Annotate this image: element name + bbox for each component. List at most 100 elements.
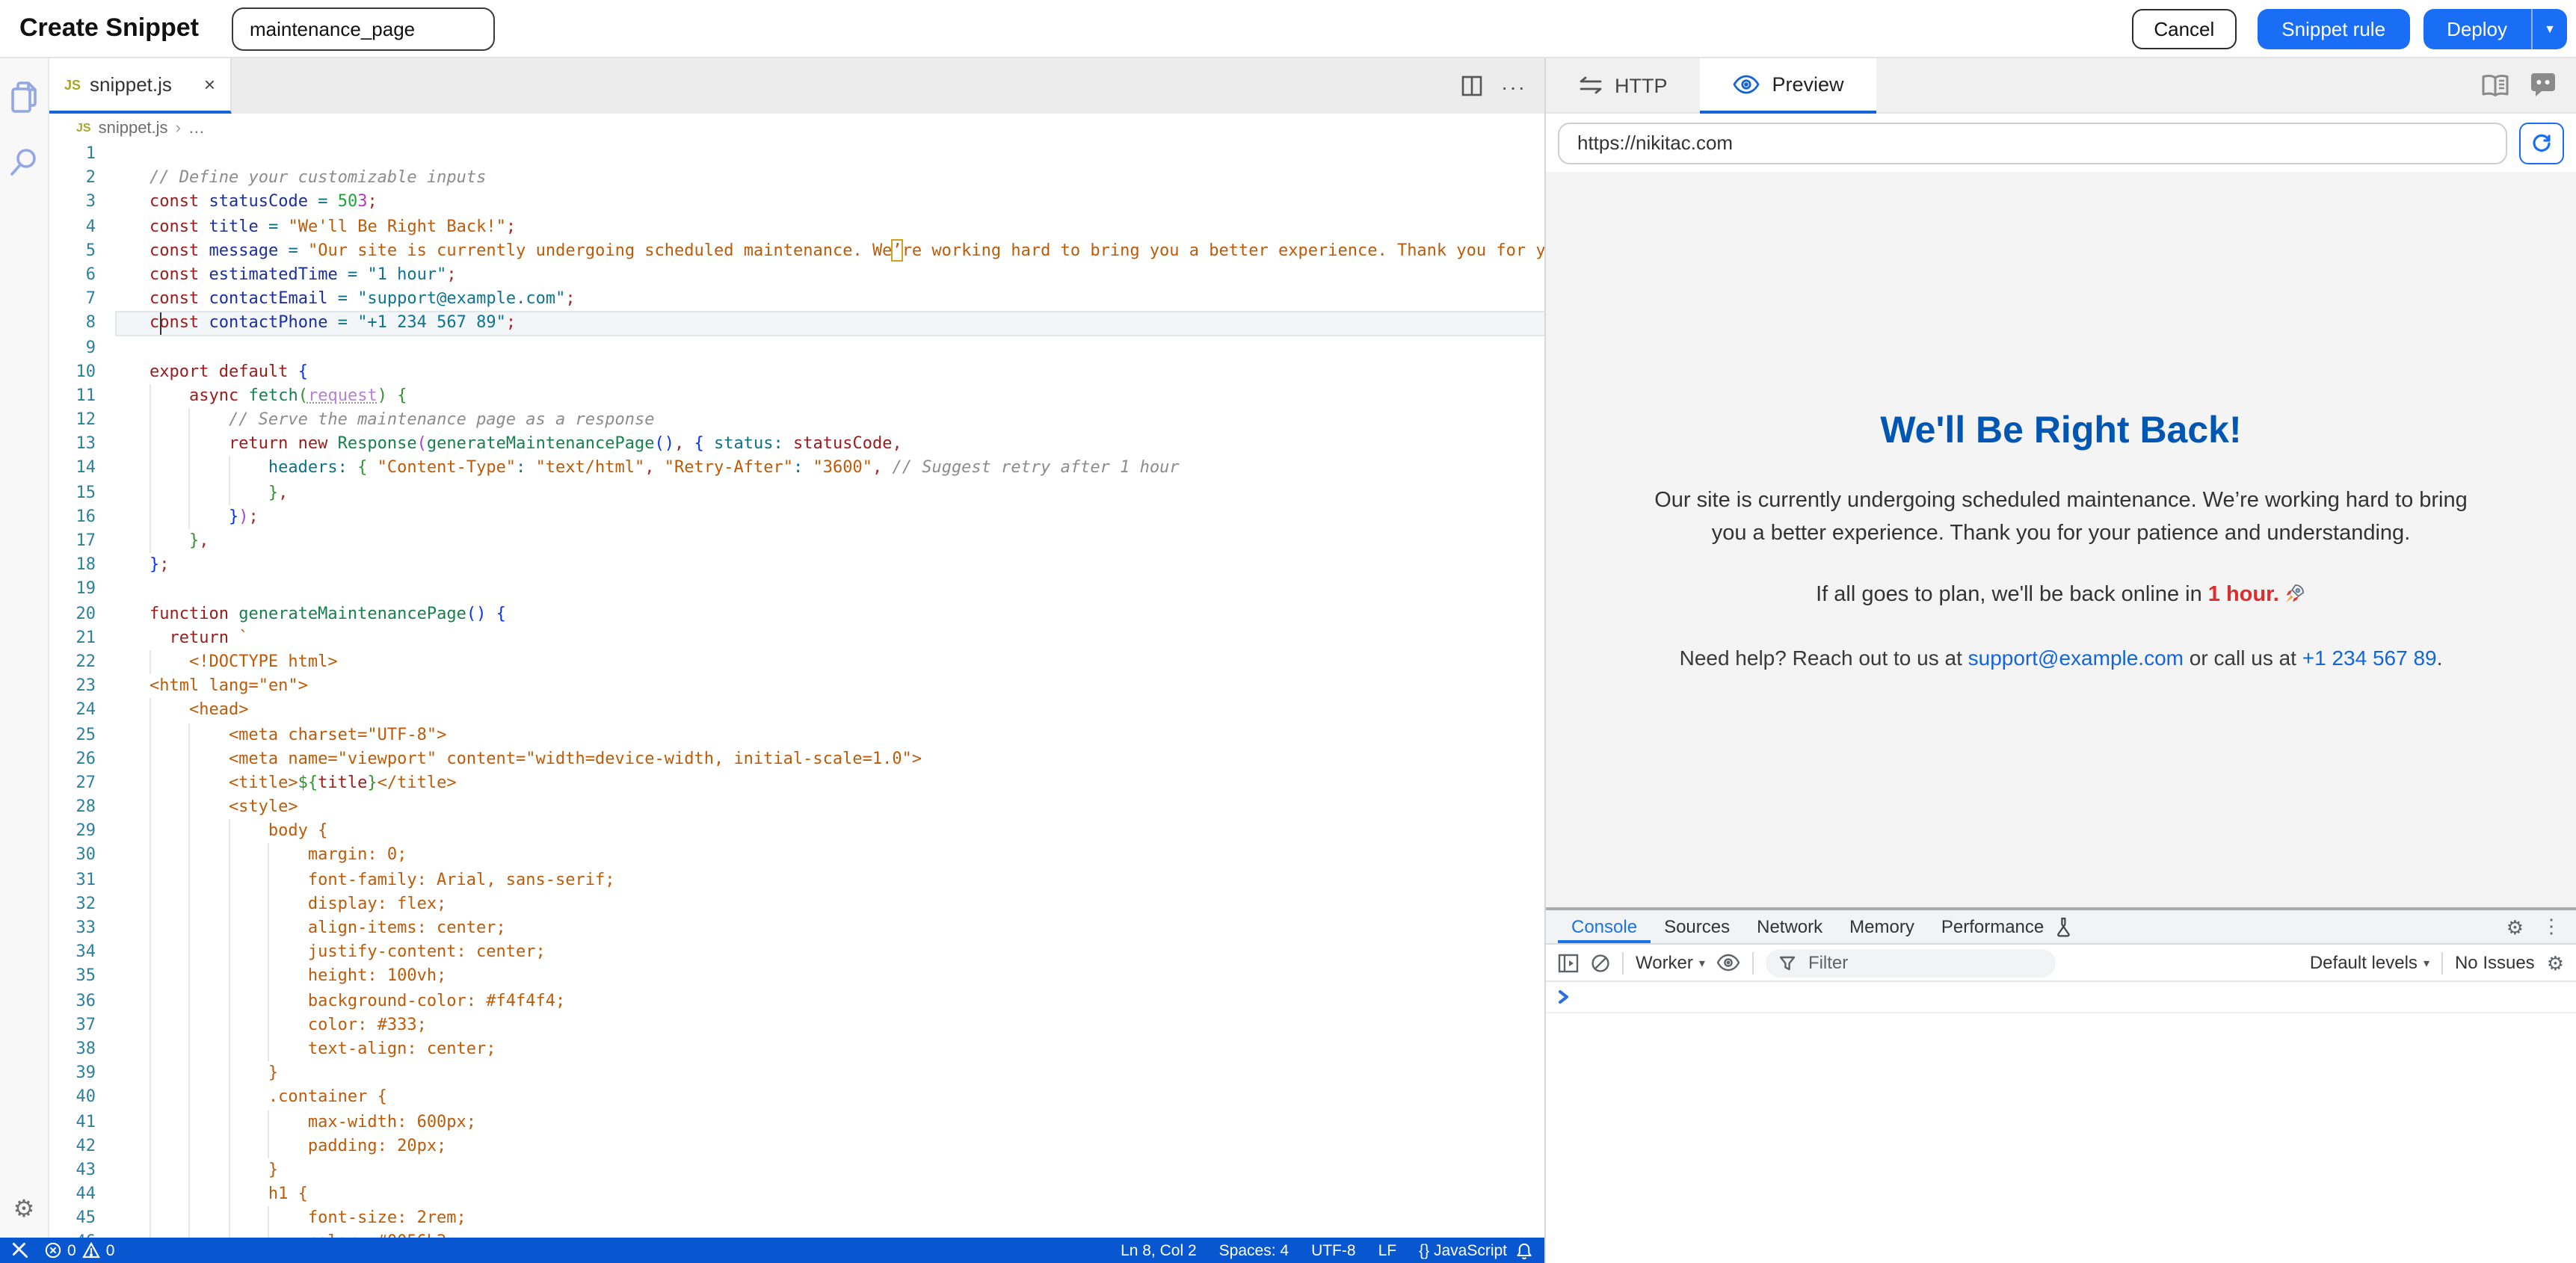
more-actions-icon[interactable]: ··· — [1501, 74, 1526, 98]
settings-gear-icon[interactable]: ⚙ — [13, 1199, 35, 1223]
code-line[interactable]: 17}, — [49, 529, 1544, 553]
code-line[interactable]: 3const statusCode = 503; — [49, 191, 1544, 214]
reload-button[interactable] — [2519, 122, 2564, 164]
code-line[interactable]: 31font-family: Arial, sans-serif; — [49, 868, 1544, 892]
code-line[interactable]: 35height: 100vh; — [49, 965, 1544, 989]
phone-link[interactable]: +1 234 567 89 — [2302, 646, 2437, 670]
code-editor[interactable]: 12// Define your customizable inputs3con… — [49, 142, 1544, 1238]
code-line[interactable]: 34justify-content: center; — [49, 940, 1544, 964]
code-line[interactable]: 9 — [49, 336, 1544, 359]
devtools-tab-performance[interactable]: Performance — [1928, 910, 2057, 943]
code-line[interactable]: 44h1 { — [49, 1182, 1544, 1206]
code-line[interactable]: 18}; — [49, 553, 1544, 577]
filter-input[interactable] — [1805, 951, 2043, 975]
code-line[interactable]: 4const title = "We'll Be Right Back!"; — [49, 214, 1544, 238]
code-line[interactable]: 37color: #333; — [49, 1013, 1544, 1037]
code-line[interactable]: 46color: #0056b3; — [49, 1231, 1544, 1238]
code-line[interactable]: 28<style> — [49, 795, 1544, 819]
discord-icon[interactable] — [2528, 72, 2558, 99]
code-line[interactable]: 33align-items: center; — [49, 916, 1544, 940]
code-line[interactable]: 5const message = "Our site is currently … — [49, 239, 1544, 263]
live-expression-eye-icon[interactable] — [1717, 954, 1741, 972]
console-context-dropdown[interactable]: Worker▾ — [1636, 952, 1705, 973]
log-levels-dropdown[interactable]: Default levels▾ — [2310, 952, 2429, 973]
indentation[interactable]: Spaces: 4 — [1219, 1241, 1289, 1259]
clear-console-icon[interactable] — [1591, 953, 1610, 972]
search-icon[interactable] — [7, 145, 40, 178]
code-line[interactable]: 15}, — [49, 481, 1544, 504]
remote-indicator-icon[interactable] — [12, 1242, 28, 1259]
code-line[interactable]: 7const contactEmail = "support@example.c… — [49, 287, 1544, 311]
code-line[interactable]: 24<head> — [49, 699, 1544, 723]
code-line[interactable]: 12// Serve the maintenance page as a res… — [49, 408, 1544, 432]
notifications-bell-icon[interactable] — [1516, 1241, 1532, 1259]
code-line[interactable]: 42padding: 20px; — [49, 1134, 1544, 1158]
code-line[interactable]: 6const estimatedTime = "1 hour"; — [49, 263, 1544, 287]
split-editor-icon[interactable] — [1461, 75, 1483, 97]
line-number: 45 — [49, 1207, 115, 1231]
files-icon[interactable] — [7, 79, 40, 115]
cursor-position[interactable]: Ln 8, Col 2 — [1121, 1241, 1197, 1259]
rocket-icon — [2284, 584, 2306, 606]
code-line[interactable]: 26<meta name="viewport" content="width=d… — [49, 747, 1544, 771]
code-line[interactable]: 29body { — [49, 820, 1544, 844]
devtools-settings-gear-icon[interactable]: ⚙ — [2506, 917, 2524, 936]
eol-sequence[interactable]: LF — [1378, 1241, 1397, 1259]
code-line[interactable]: 2// Define your customizable inputs — [49, 166, 1544, 190]
line-number: 40 — [49, 1086, 115, 1110]
snippet-name-input[interactable] — [232, 7, 495, 50]
code-line[interactable]: 39} — [49, 1061, 1544, 1085]
code-line[interactable]: 11async fetch(request) { — [49, 384, 1544, 408]
code-line[interactable]: 8const contactPhone = "+1 234 567 89"; — [49, 312, 1544, 336]
encoding[interactable]: UTF-8 — [1311, 1241, 1356, 1259]
code-line[interactable]: 38text-align: center; — [49, 1037, 1544, 1061]
devtools-tab-network[interactable]: Network — [1743, 910, 1836, 943]
console-sidebar-toggle-icon[interactable] — [1558, 953, 1579, 972]
code-line[interactable]: 21 return ` — [49, 626, 1544, 650]
code-line[interactable]: 25<meta charset="UTF-8"> — [49, 723, 1544, 747]
tab-snippet-js[interactable]: JS snippet.js × — [49, 58, 232, 114]
code-line[interactable]: 30margin: 0; — [49, 844, 1544, 868]
deploy-dropdown-caret-icon[interactable]: ▼ — [2531, 8, 2567, 49]
code-line[interactable]: 41max-width: 600px; — [49, 1110, 1544, 1134]
tab-http[interactable]: HTTP — [1546, 58, 1701, 112]
cancel-button[interactable]: Cancel — [2131, 8, 2237, 49]
code-line[interactable]: 13return new Response(generateMaintenanc… — [49, 433, 1544, 457]
code-line[interactable]: 27<title>${title}</title> — [49, 771, 1544, 795]
language-mode[interactable]: {} JavaScript — [1419, 1241, 1507, 1259]
snippet-rule-button[interactable]: Snippet rule — [2258, 8, 2409, 49]
devtools-tab-sources[interactable]: Sources — [1651, 910, 1743, 943]
code-line[interactable]: 16}); — [49, 505, 1544, 529]
tab-preview[interactable]: Preview — [1701, 58, 1877, 114]
code-line[interactable]: 23<html lang="en"> — [49, 674, 1544, 698]
deploy-button[interactable]: Deploy — [2423, 8, 2531, 49]
code-line[interactable]: 1 — [49, 142, 1544, 166]
support-email-link[interactable]: support@example.com — [1968, 646, 2184, 670]
code-line[interactable]: 45font-size: 2rem; — [49, 1207, 1544, 1231]
close-tab-icon[interactable]: × — [204, 73, 215, 96]
docs-book-icon[interactable] — [2480, 72, 2510, 98]
devtools-kebab-menu-icon[interactable]: ⋮ — [2542, 915, 2561, 939]
code-line[interactable]: 10export default { — [49, 359, 1544, 383]
code-line[interactable]: 19 — [49, 578, 1544, 602]
issues-counter[interactable]: No Issues — [2455, 952, 2535, 973]
devtools-tab-memory[interactable]: Memory — [1836, 910, 1928, 943]
console-settings-gear-icon[interactable]: ⚙ — [2547, 953, 2564, 972]
code-line[interactable]: 36background-color: #f4f4f4; — [49, 989, 1544, 1013]
code-line[interactable]: 43} — [49, 1158, 1544, 1182]
code-line[interactable]: 40.container { — [49, 1086, 1544, 1110]
code-line[interactable]: 14headers: { "Content-Type": "text/html"… — [49, 457, 1544, 481]
header-bar: Create Snippet Cancel Snippet rule Deplo… — [0, 0, 2576, 58]
breadcrumb[interactable]: JS snippet.js › … — [49, 114, 1544, 142]
code-line[interactable]: 22<!DOCTYPE html> — [49, 650, 1544, 674]
problems-indicator[interactable]: 0 0 — [45, 1241, 114, 1259]
console-output[interactable] — [1546, 982, 2576, 1263]
preview-url-input[interactable] — [1558, 122, 2507, 164]
line-number: 2 — [49, 166, 115, 190]
line-number: 25 — [49, 723, 115, 747]
console-prompt-row[interactable] — [1546, 982, 2576, 1013]
line-number: 31 — [49, 868, 115, 892]
code-line[interactable]: 32display: flex; — [49, 892, 1544, 916]
code-line[interactable]: 20function generateMaintenancePage() { — [49, 602, 1544, 626]
devtools-tab-console[interactable]: Console — [1558, 910, 1651, 943]
